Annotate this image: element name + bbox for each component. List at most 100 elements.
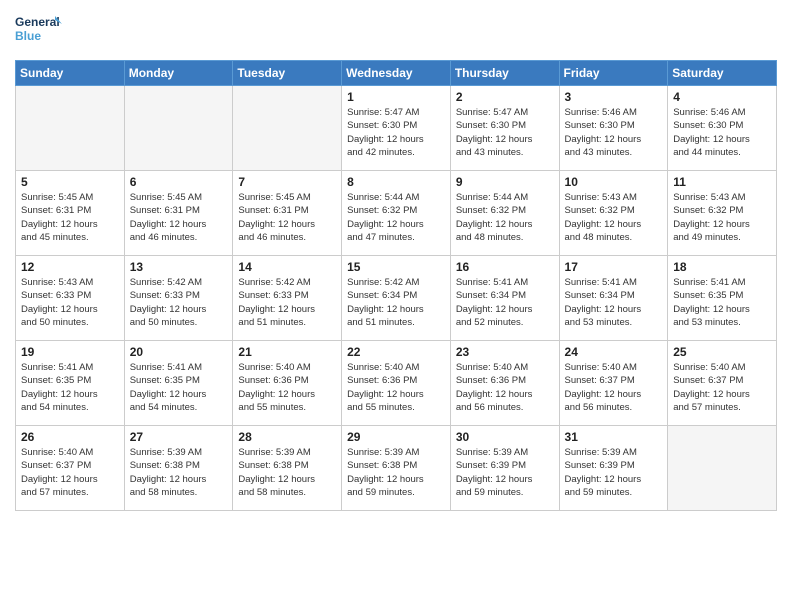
day-info: Sunrise: 5:39 AM Sunset: 6:38 PM Dayligh… (347, 446, 445, 499)
calendar-cell: 25 Sunrise: 5:40 AM Sunset: 6:37 PM Dayli… (668, 341, 777, 426)
day-info: Sunrise: 5:41 AM Sunset: 6:35 PM Dayligh… (21, 361, 119, 414)
header-row: SundayMondayTuesdayWednesdayThursdayFrid… (16, 61, 777, 86)
day-number: 23 (456, 345, 554, 359)
calendar-cell: 3Sunrise: 5:46 AM Sunset: 6:30 PM Daylig… (559, 86, 668, 171)
day-number: 11 (673, 175, 771, 189)
column-header-thursday: Thursday (450, 61, 559, 86)
day-info: Sunrise: 5:47 AM Sunset: 6:30 PM Dayligh… (347, 106, 445, 159)
day-number: 19 (21, 345, 119, 359)
calendar-cell (668, 426, 777, 511)
day-number: 12 (21, 260, 119, 274)
svg-text:General: General (15, 15, 60, 29)
day-info: Sunrise: 5:41 AM Sunset: 6:35 PM Dayligh… (673, 276, 771, 329)
calendar-cell (233, 86, 342, 171)
column-header-monday: Monday (124, 61, 233, 86)
page-header: General Blue (15, 10, 777, 52)
logo: General Blue (15, 10, 63, 52)
calendar-cell: 12 Sunrise: 5:43 AM Sunset: 6:33 PM Dayli… (16, 256, 125, 341)
calendar-cell: 13Sunrise: 5:42 AM Sunset: 6:33 PM Dayli… (124, 256, 233, 341)
calendar-cell: 30 Sunrise: 5:39 AM Sunset: 6:39 PM Dayli… (450, 426, 559, 511)
calendar-cell: 31 Sunrise: 5:39 AM Sunset: 6:39 PM Dayli… (559, 426, 668, 511)
calendar-cell: 14Sunrise: 5:42 AM Sunset: 6:33 PM Dayli… (233, 256, 342, 341)
day-info: Sunrise: 5:40 AM Sunset: 6:37 PM Dayligh… (673, 361, 771, 414)
column-header-wednesday: Wednesday (342, 61, 451, 86)
day-number: 10 (565, 175, 663, 189)
day-info: Sunrise: 5:45 AM Sunset: 6:31 PM Dayligh… (130, 191, 228, 244)
day-info: Sunrise: 5:41 AM Sunset: 6:34 PM Dayligh… (565, 276, 663, 329)
calendar-week-2: 5 Sunrise: 5:45 AM Sunset: 6:31 PM Daylig… (16, 171, 777, 256)
calendar-cell: 28 Sunrise: 5:39 AM Sunset: 6:38 PM Dayli… (233, 426, 342, 511)
day-info: Sunrise: 5:40 AM Sunset: 6:37 PM Dayligh… (565, 361, 663, 414)
day-number: 21 (238, 345, 336, 359)
calendar-cell: 22 Sunrise: 5:40 AM Sunset: 6:36 PM Dayli… (342, 341, 451, 426)
day-number: 20 (130, 345, 228, 359)
calendar-week-3: 12 Sunrise: 5:43 AM Sunset: 6:33 PM Dayli… (16, 256, 777, 341)
day-number: 17 (565, 260, 663, 274)
day-number: 31 (565, 430, 663, 444)
calendar-cell (16, 86, 125, 171)
calendar-week-5: 26Sunrise: 5:40 AM Sunset: 6:37 PM Dayli… (16, 426, 777, 511)
logo-svg: General Blue (15, 10, 63, 52)
day-number: 18 (673, 260, 771, 274)
calendar-cell: 9Sunrise: 5:44 AM Sunset: 6:32 PM Daylig… (450, 171, 559, 256)
day-info: Sunrise: 5:45 AM Sunset: 6:31 PM Dayligh… (21, 191, 119, 244)
day-number: 3 (565, 90, 663, 104)
day-number: 30 (456, 430, 554, 444)
day-info: Sunrise: 5:43 AM Sunset: 6:32 PM Dayligh… (565, 191, 663, 244)
day-number: 25 (673, 345, 771, 359)
day-number: 14 (238, 260, 336, 274)
calendar-week-1: 1 Sunrise: 5:47 AM Sunset: 6:30 PM Daylig… (16, 86, 777, 171)
calendar-cell: 26Sunrise: 5:40 AM Sunset: 6:37 PM Dayli… (16, 426, 125, 511)
day-number: 22 (347, 345, 445, 359)
column-header-saturday: Saturday (668, 61, 777, 86)
day-info: Sunrise: 5:39 AM Sunset: 6:39 PM Dayligh… (456, 446, 554, 499)
calendar-cell: 5 Sunrise: 5:45 AM Sunset: 6:31 PM Daylig… (16, 171, 125, 256)
day-number: 8 (347, 175, 445, 189)
calendar-cell: 20Sunrise: 5:41 AM Sunset: 6:35 PM Dayli… (124, 341, 233, 426)
day-info: Sunrise: 5:40 AM Sunset: 6:37 PM Dayligh… (21, 446, 119, 499)
calendar-cell: 24 Sunrise: 5:40 AM Sunset: 6:37 PM Dayli… (559, 341, 668, 426)
calendar-cell: 4 Sunrise: 5:46 AM Sunset: 6:30 PM Daylig… (668, 86, 777, 171)
day-info: Sunrise: 5:46 AM Sunset: 6:30 PM Dayligh… (673, 106, 771, 159)
day-number: 7 (238, 175, 336, 189)
day-info: Sunrise: 5:43 AM Sunset: 6:32 PM Dayligh… (673, 191, 771, 244)
day-info: Sunrise: 5:41 AM Sunset: 6:34 PM Dayligh… (456, 276, 554, 329)
day-info: Sunrise: 5:47 AM Sunset: 6:30 PM Dayligh… (456, 106, 554, 159)
day-info: Sunrise: 5:45 AM Sunset: 6:31 PM Dayligh… (238, 191, 336, 244)
day-info: Sunrise: 5:42 AM Sunset: 6:34 PM Dayligh… (347, 276, 445, 329)
day-number: 15 (347, 260, 445, 274)
calendar-cell: 11 Sunrise: 5:43 AM Sunset: 6:32 PM Dayli… (668, 171, 777, 256)
day-info: Sunrise: 5:39 AM Sunset: 6:39 PM Dayligh… (565, 446, 663, 499)
calendar-cell: 1 Sunrise: 5:47 AM Sunset: 6:30 PM Daylig… (342, 86, 451, 171)
calendar-cell (124, 86, 233, 171)
day-number: 5 (21, 175, 119, 189)
column-header-sunday: Sunday (16, 61, 125, 86)
calendar-cell: 2 Sunrise: 5:47 AM Sunset: 6:30 PM Daylig… (450, 86, 559, 171)
calendar-cell: 17 Sunrise: 5:41 AM Sunset: 6:34 PM Dayli… (559, 256, 668, 341)
day-number: 29 (347, 430, 445, 444)
day-info: Sunrise: 5:43 AM Sunset: 6:33 PM Dayligh… (21, 276, 119, 329)
day-info: Sunrise: 5:40 AM Sunset: 6:36 PM Dayligh… (456, 361, 554, 414)
calendar-cell: 21Sunrise: 5:40 AM Sunset: 6:36 PM Dayli… (233, 341, 342, 426)
day-info: Sunrise: 5:40 AM Sunset: 6:36 PM Dayligh… (347, 361, 445, 414)
calendar-cell: 8 Sunrise: 5:44 AM Sunset: 6:32 PM Daylig… (342, 171, 451, 256)
day-number: 24 (565, 345, 663, 359)
day-number: 6 (130, 175, 228, 189)
calendar-cell: 16 Sunrise: 5:41 AM Sunset: 6:34 PM Dayli… (450, 256, 559, 341)
column-header-friday: Friday (559, 61, 668, 86)
day-number: 16 (456, 260, 554, 274)
calendar-cell: 29 Sunrise: 5:39 AM Sunset: 6:38 PM Dayli… (342, 426, 451, 511)
day-info: Sunrise: 5:39 AM Sunset: 6:38 PM Dayligh… (238, 446, 336, 499)
calendar-cell: 23 Sunrise: 5:40 AM Sunset: 6:36 PM Dayli… (450, 341, 559, 426)
svg-text:Blue: Blue (15, 29, 41, 43)
calendar-cell: 18 Sunrise: 5:41 AM Sunset: 6:35 PM Dayli… (668, 256, 777, 341)
calendar-cell: 15 Sunrise: 5:42 AM Sunset: 6:34 PM Dayli… (342, 256, 451, 341)
day-number: 4 (673, 90, 771, 104)
day-info: Sunrise: 5:39 AM Sunset: 6:38 PM Dayligh… (130, 446, 228, 499)
day-number: 1 (347, 90, 445, 104)
day-number: 28 (238, 430, 336, 444)
day-number: 2 (456, 90, 554, 104)
calendar-cell: 19 Sunrise: 5:41 AM Sunset: 6:35 PM Dayli… (16, 341, 125, 426)
day-info: Sunrise: 5:44 AM Sunset: 6:32 PM Dayligh… (347, 191, 445, 244)
day-info: Sunrise: 5:44 AM Sunset: 6:32 PM Dayligh… (456, 191, 554, 244)
